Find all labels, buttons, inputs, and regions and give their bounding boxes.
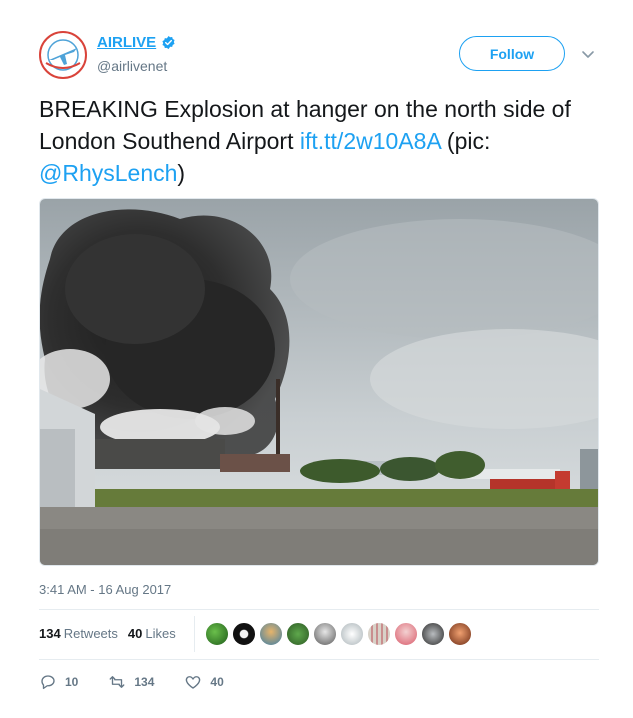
reply-button[interactable]: 10 xyxy=(39,673,78,691)
reply-count: 10 xyxy=(65,675,79,689)
reply-icon xyxy=(41,675,55,690)
likes-label: Likes xyxy=(145,626,176,641)
liker-avatar[interactable] xyxy=(286,622,310,646)
divider xyxy=(39,609,599,610)
retweet-count: 134 xyxy=(134,675,155,689)
handle[interactable]: @airlivenet xyxy=(97,58,167,74)
verified-badge-icon xyxy=(162,35,175,50)
tweet-photo[interactable] xyxy=(39,198,599,566)
liker-avatar[interactable] xyxy=(232,622,256,646)
likes-count: 40 xyxy=(127,626,143,641)
tweet-text: BREAKING Explosion at hanger on the nort… xyxy=(39,93,599,189)
heart-icon xyxy=(186,676,201,689)
timestamp[interactable]: 3:41 AM - 16 Aug 2017 xyxy=(39,582,171,597)
like-count: 40 xyxy=(210,675,224,689)
retweet-icon xyxy=(109,676,125,688)
retweets-count: 134 xyxy=(39,626,61,641)
liker-avatar[interactable] xyxy=(313,622,337,646)
stats-separator xyxy=(194,616,195,652)
tweet-actions: 10 134 40 xyxy=(39,673,254,691)
chevron-down-icon[interactable] xyxy=(581,47,595,61)
name-row: AIRLIVE xyxy=(97,34,176,51)
avatar[interactable] xyxy=(39,31,87,79)
liker-avatar[interactable] xyxy=(421,622,445,646)
explosion-photo xyxy=(40,199,598,565)
retweet-button[interactable]: 134 xyxy=(108,673,154,691)
follow-button[interactable]: Follow xyxy=(459,36,565,71)
liker-avatar[interactable] xyxy=(259,622,283,646)
retweets-label: Retweets xyxy=(63,626,118,641)
like-button[interactable]: 40 xyxy=(184,673,224,691)
likes-stat[interactable]: 40 Likes xyxy=(128,626,176,641)
retweets-stat[interactable]: 134 Retweets xyxy=(39,626,118,641)
pic-prefix: (pic: xyxy=(446,128,491,154)
liker-avatar[interactable] xyxy=(367,622,391,646)
engagement-stats: 134 Retweets 40 Likes xyxy=(39,626,186,641)
display-name[interactable]: AIRLIVE xyxy=(97,34,156,51)
tweet-link[interactable]: ift.tt/2w10A8A xyxy=(300,128,441,154)
pic-suffix: ) xyxy=(177,160,186,186)
divider xyxy=(39,659,599,660)
liker-avatar[interactable] xyxy=(394,622,418,646)
liker-avatar[interactable] xyxy=(340,622,364,646)
liker-avatar[interactable] xyxy=(448,622,472,646)
mention-link[interactable]: @RhysLench xyxy=(39,160,177,186)
liker-avatars xyxy=(205,622,472,646)
liker-avatar[interactable] xyxy=(205,622,229,646)
airplane-logo-icon xyxy=(43,35,83,75)
